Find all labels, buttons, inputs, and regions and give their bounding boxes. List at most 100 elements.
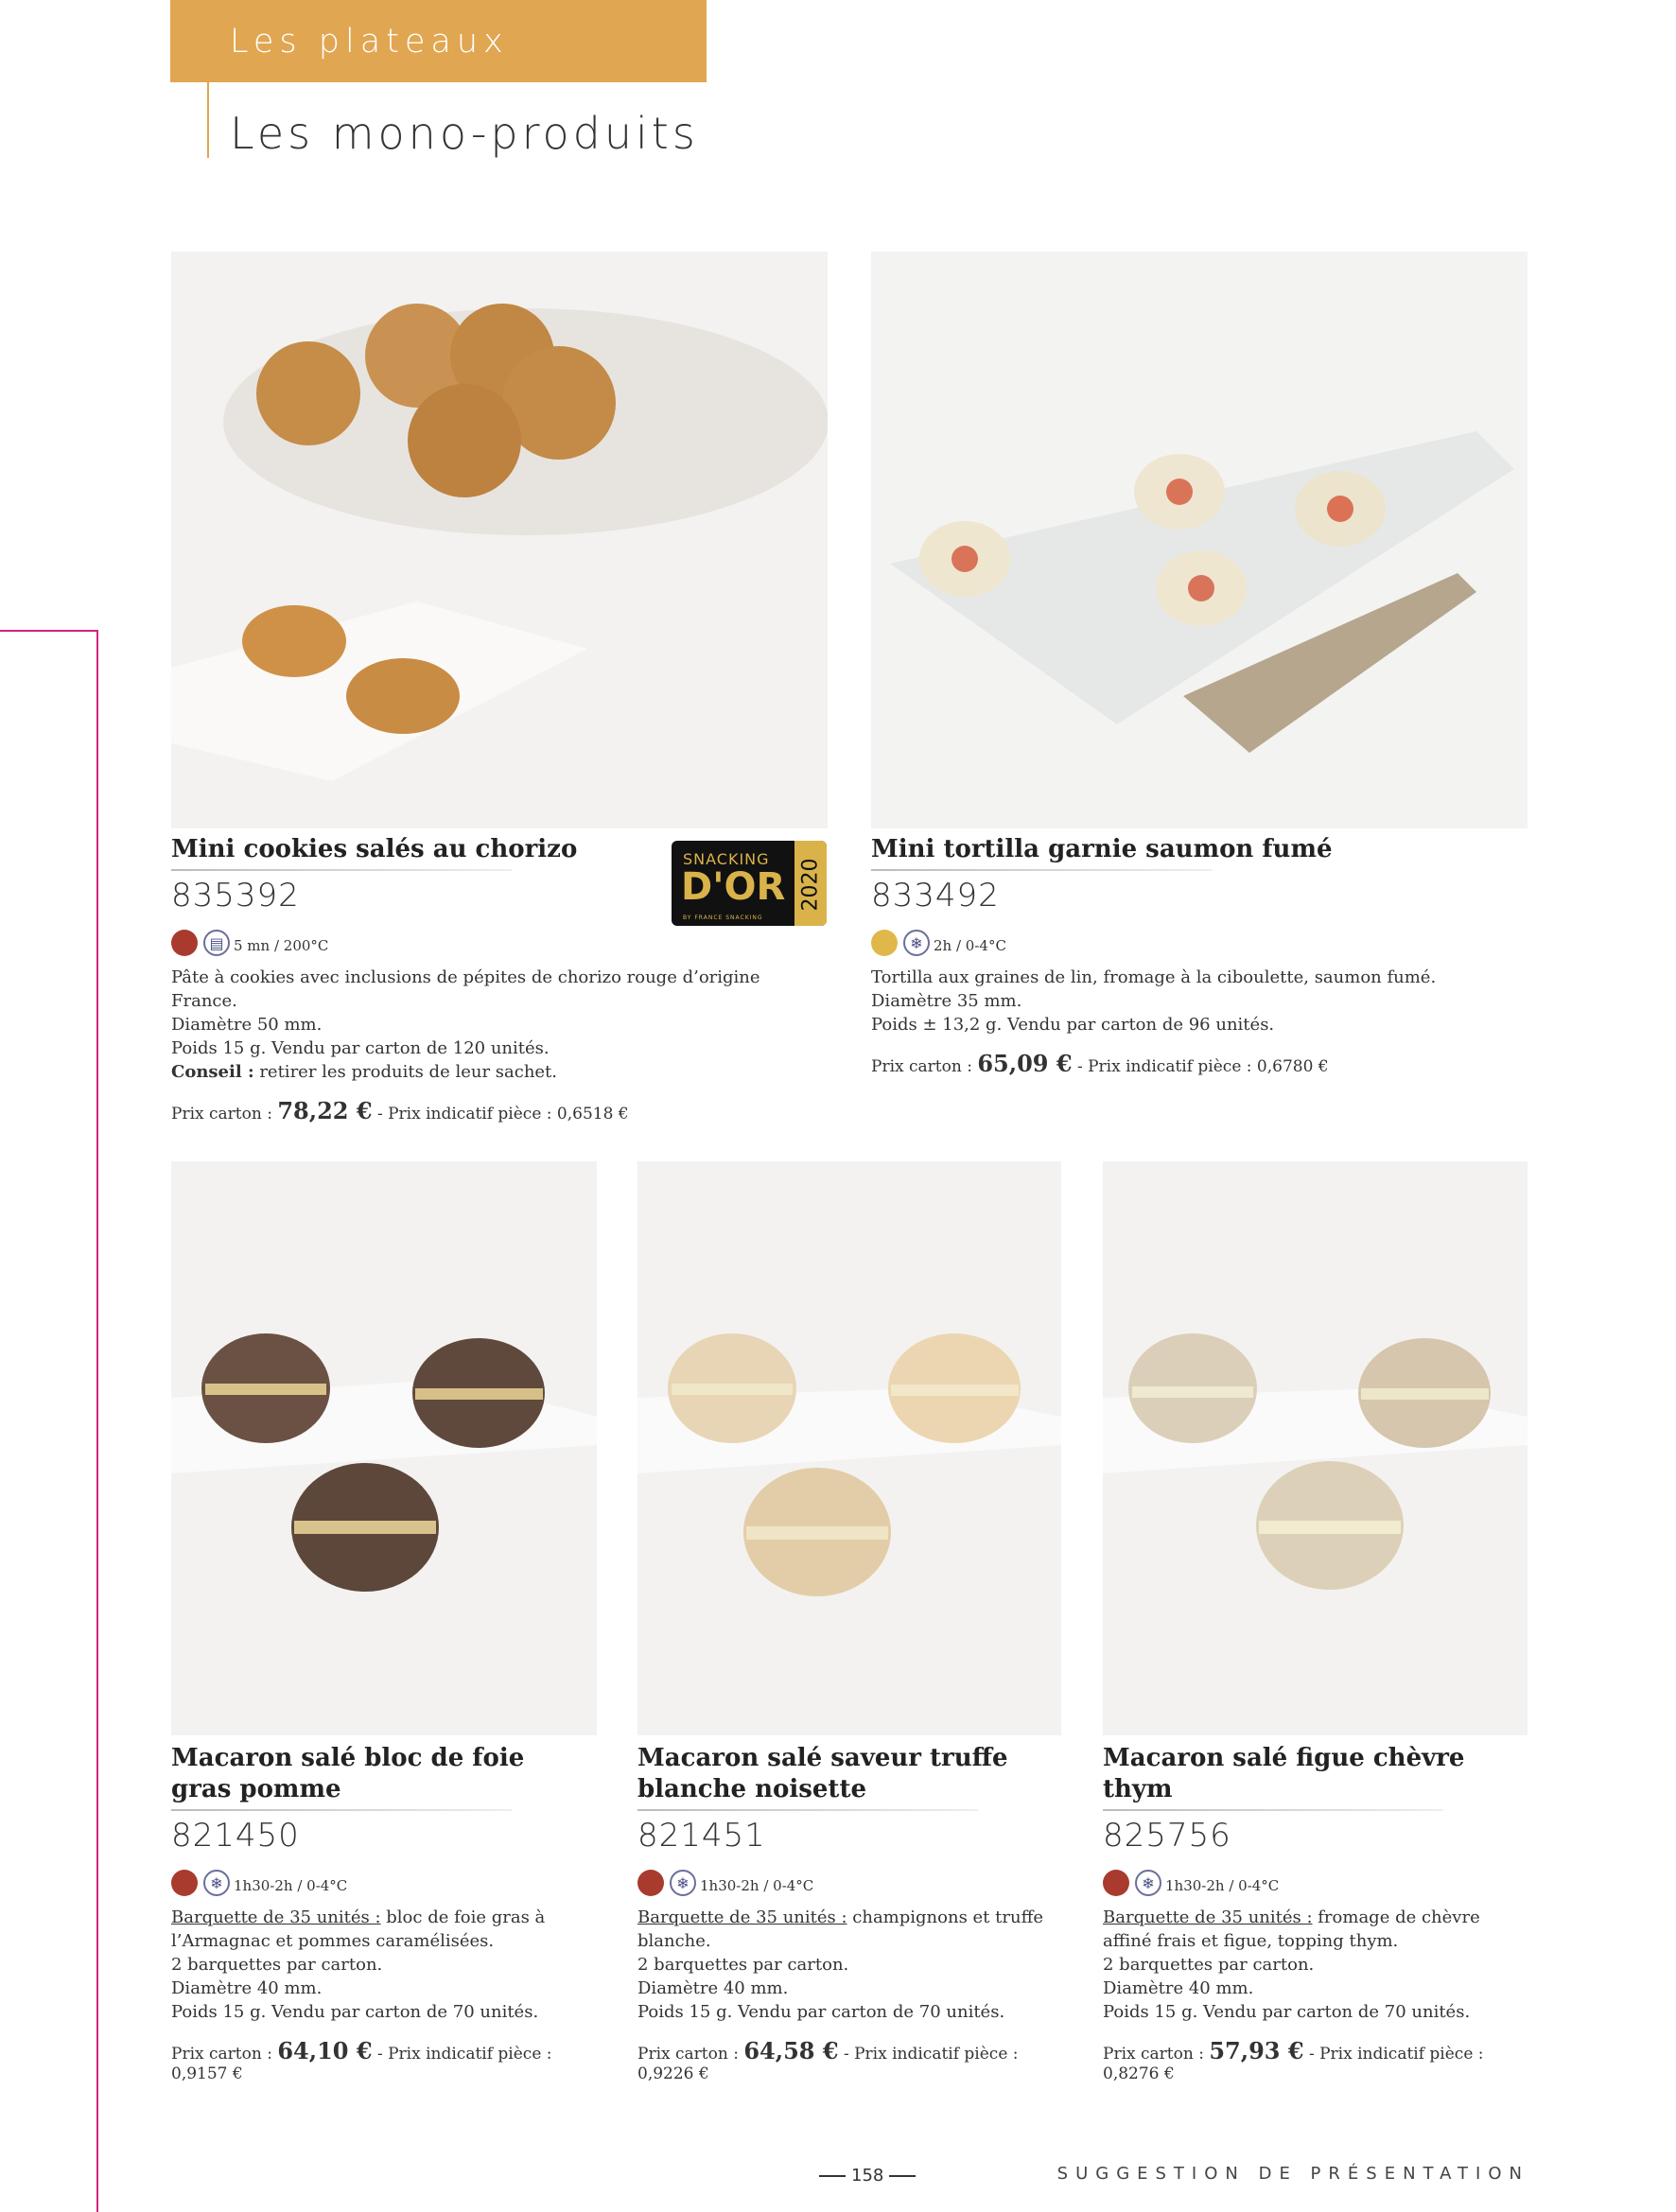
product-photo-tortilla bbox=[871, 252, 1528, 828]
product-icons: ❄ 1h30-2h / 0-4°C bbox=[1103, 1864, 1519, 1896]
desc-line: Pâte à cookies avec inclusions de pépite… bbox=[171, 967, 760, 1011]
price-piece: - Prix indicatif pièce : 0,6518 € bbox=[372, 1105, 629, 1123]
product-description: Barquette de 35 unités : fromage de chèv… bbox=[1103, 1906, 1519, 2024]
desc-lead: Barquette de 35 unités : bbox=[637, 1907, 847, 1927]
desc-lead: Barquette de 35 unités : bbox=[171, 1907, 381, 1927]
product-photo-macaron-foie-gras bbox=[171, 1161, 597, 1735]
product-description: Barquette de 35 unités : champignons et … bbox=[637, 1906, 1054, 2024]
advice-label: Conseil : bbox=[171, 1062, 254, 1082]
footer-note: SUGGESTION DE PRÉSENTATION bbox=[1056, 2164, 1529, 2184]
product-title: Macaron salé figue chèvre thym bbox=[1103, 1744, 1465, 1803]
desc-line: Poids 15 g. Vendu par carton de 120 unit… bbox=[171, 1038, 550, 1058]
side-accent-line-vertical bbox=[96, 630, 98, 2212]
preparation-condition: 2h / 0-4°C bbox=[934, 937, 1006, 954]
price-value: 64,58 € bbox=[743, 2037, 839, 2064]
price-label: Prix carton : bbox=[171, 1105, 278, 1123]
subtitle-bar bbox=[207, 82, 209, 158]
product-card: Mini cookies salés au chorizo 835392 ▤ 5… bbox=[171, 834, 814, 1124]
product-price: Prix carton : 64,58 € - Prix indicatif p… bbox=[637, 2037, 1054, 2083]
product-icons: ❄ 1h30-2h / 0-4°C bbox=[637, 1864, 1054, 1896]
product-code: 833492 bbox=[871, 877, 1000, 914]
title-rule bbox=[637, 1809, 978, 1811]
product-description: Pâte à cookies avec inclusions de pépite… bbox=[171, 966, 814, 1084]
desc-line: 2 barquettes par carton. bbox=[171, 1955, 383, 1975]
preparation-condition: 5 mn / 200°C bbox=[234, 937, 329, 954]
desc-line: Poids ± 13,2 g. Vendu par carton de 96 u… bbox=[871, 1015, 1275, 1035]
product-icons: ❄ 1h30-2h / 0-4°C bbox=[171, 1864, 587, 1896]
category-dot bbox=[171, 1870, 198, 1896]
desc-lead-line: Barquette de 35 unités : fromage de chèv… bbox=[1103, 1906, 1519, 1953]
desc-line: Poids 15 g. Vendu par carton de 70 unité… bbox=[1103, 2002, 1471, 2022]
product-price: Prix carton : 64,10 € - Prix indicatif p… bbox=[171, 2037, 587, 2083]
price-value: 65,09 € bbox=[977, 1050, 1073, 1077]
product-code: 835392 bbox=[171, 877, 300, 914]
page-dash bbox=[889, 2175, 917, 2177]
category-dot bbox=[171, 930, 198, 956]
desc-line: Diamètre 35 mm. bbox=[871, 991, 1022, 1011]
product-code: 825756 bbox=[1103, 1817, 1231, 1855]
desc-line: 2 barquettes par carton. bbox=[1103, 1955, 1315, 1975]
oven-icon: ▤ bbox=[203, 930, 230, 956]
product-icons: ❄ 2h / 0-4°C bbox=[871, 924, 1524, 956]
desc-line: Diamètre 40 mm. bbox=[171, 1978, 323, 1998]
price-label: Prix carton : bbox=[637, 2045, 744, 2064]
product-price: Prix carton : 57,93 € - Prix indicatif p… bbox=[1103, 2037, 1519, 2083]
desc-line: Poids 15 g. Vendu par carton de 70 unité… bbox=[171, 2002, 539, 2022]
page-number: 158 bbox=[813, 2166, 921, 2186]
section-header: Les plateaux bbox=[170, 0, 707, 82]
title-rule bbox=[1103, 1809, 1443, 1811]
thaw-icon: ❄ bbox=[670, 1870, 696, 1896]
desc-line: 2 barquettes par carton. bbox=[637, 1955, 849, 1975]
price-label: Prix carton : bbox=[171, 2045, 278, 2064]
product-title: Macaron salé bloc de foie gras pomme bbox=[171, 1744, 525, 1803]
product-price: Prix carton : 65,09 € - Prix indicatif p… bbox=[871, 1050, 1524, 1077]
product-icons: ▤ 5 mn / 200°C bbox=[171, 924, 814, 956]
desc-line: Poids 15 g. Vendu par carton de 70 unité… bbox=[637, 2002, 1005, 2022]
thaw-icon: ❄ bbox=[1135, 1870, 1161, 1896]
thaw-icon: ❄ bbox=[203, 1870, 230, 1896]
preparation-condition: 1h30-2h / 0-4°C bbox=[234, 1877, 348, 1894]
page-subtitle: Les mono-produits bbox=[230, 108, 699, 159]
category-dot bbox=[1103, 1870, 1129, 1896]
product-code: 821450 bbox=[171, 1817, 300, 1855]
desc-lead-line: Barquette de 35 unités : champignons et … bbox=[637, 1906, 1054, 1953]
price-value: 78,22 € bbox=[277, 1097, 373, 1124]
product-photo-macaron-truffe bbox=[637, 1161, 1061, 1735]
desc-line: Diamètre 40 mm. bbox=[1103, 1978, 1254, 1998]
product-card: Macaron salé bloc de foie gras pomme 821… bbox=[171, 1743, 587, 2083]
price-value: 64,10 € bbox=[277, 2037, 373, 2064]
advice-line: Conseil : retirer les produits de leur s… bbox=[171, 1060, 814, 1084]
product-card: Mini tortilla garnie saumon fumé 833492 … bbox=[871, 834, 1524, 1077]
side-accent-line bbox=[0, 630, 97, 632]
product-title: Macaron salé saveur truffe blanche noise… bbox=[637, 1744, 1008, 1803]
title-rule bbox=[171, 869, 512, 871]
category-dot bbox=[637, 1870, 664, 1896]
price-label: Prix carton : bbox=[1103, 2045, 1210, 2064]
desc-lead: Barquette de 35 unités : bbox=[1103, 1907, 1313, 1927]
product-description: Tortilla aux graines de lin, fromage à l… bbox=[871, 966, 1524, 1036]
product-card: Macaron salé figue chèvre thym 825756 ❄ … bbox=[1103, 1743, 1519, 2083]
price-value: 57,93 € bbox=[1209, 2037, 1304, 2064]
price-label: Prix carton : bbox=[871, 1057, 978, 1076]
advice-text: retirer les produits de leur sachet. bbox=[253, 1062, 558, 1082]
desc-line: Diamètre 40 mm. bbox=[637, 1978, 789, 1998]
product-description: Barquette de 35 unités : bloc de foie gr… bbox=[171, 1906, 587, 2024]
preparation-condition: 1h30-2h / 0-4°C bbox=[700, 1877, 814, 1894]
product-title: Mini tortilla garnie saumon fumé bbox=[871, 835, 1333, 863]
product-card: Macaron salé saveur truffe blanche noise… bbox=[637, 1743, 1054, 2083]
product-code: 821451 bbox=[637, 1817, 766, 1855]
thaw-icon: ❄ bbox=[903, 930, 930, 956]
desc-line: Tortilla aux graines de lin, fromage à l… bbox=[871, 967, 1437, 987]
product-price: Prix carton : 78,22 € - Prix indicatif p… bbox=[171, 1097, 814, 1124]
product-title: Mini cookies salés au chorizo bbox=[171, 835, 578, 863]
product-photo-macaron-figue bbox=[1103, 1161, 1528, 1735]
page-number-text: 158 bbox=[851, 2166, 884, 2186]
title-rule bbox=[171, 1809, 512, 1811]
preparation-condition: 1h30-2h / 0-4°C bbox=[1165, 1877, 1280, 1894]
product-photo-cookies bbox=[171, 252, 828, 828]
category-dot bbox=[871, 930, 898, 956]
section-title: Les plateaux bbox=[230, 23, 509, 61]
page-dash bbox=[819, 2175, 846, 2177]
desc-line: Diamètre 50 mm. bbox=[171, 1015, 323, 1035]
desc-lead-line: Barquette de 35 unités : bloc de foie gr… bbox=[171, 1906, 587, 1953]
